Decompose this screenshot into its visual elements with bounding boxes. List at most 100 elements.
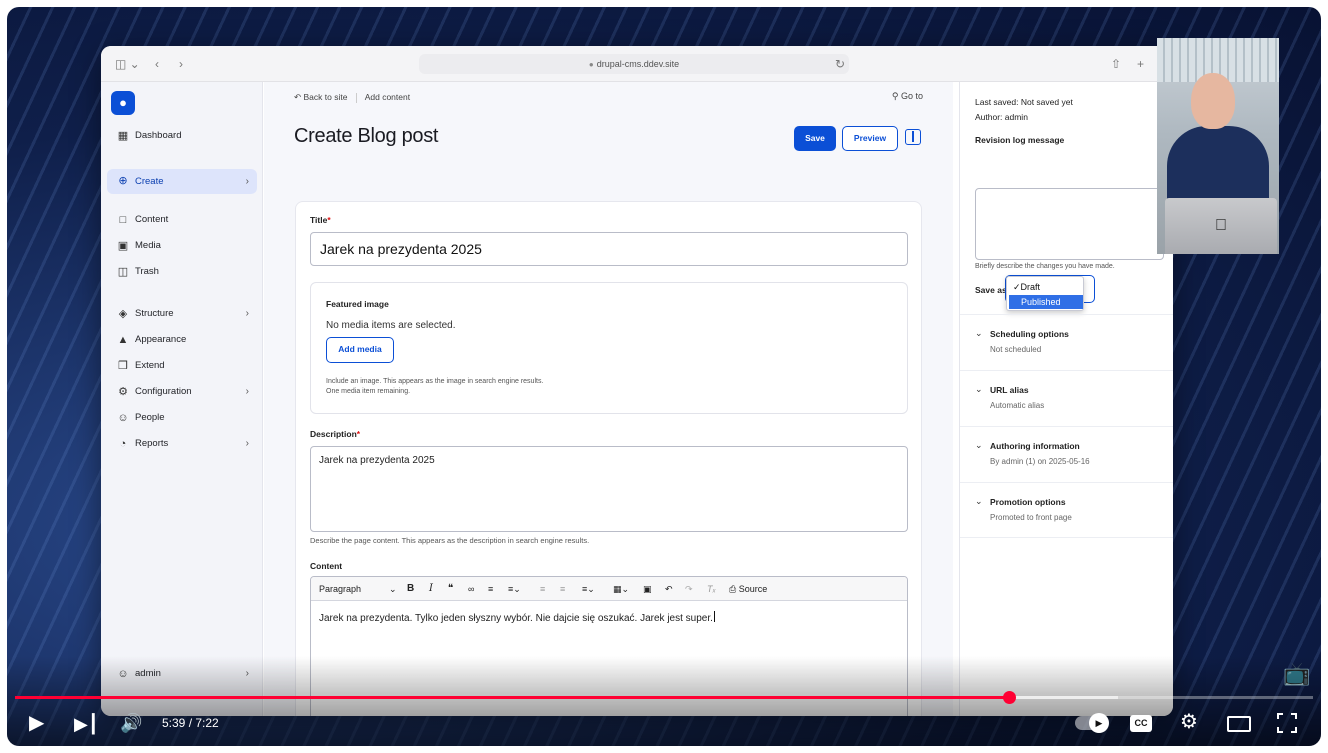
sidebar-item-extend[interactable]: ❒ Extend [107,355,257,377]
align-icon[interactable]: ≡⌄ [582,577,595,601]
source-button[interactable]: ⎙ Source [729,577,767,601]
play-icon: ▶ [1089,713,1109,733]
back-to-site-link[interactable]: Back to site [304,92,348,102]
link-icon[interactable]: ∞ [468,577,474,601]
sidebar-item-create[interactable]: ⊕ Create › [107,169,257,194]
breadcrumb: ↶ Back to site Add content [294,92,410,103]
media-help-line-1: Include an image. This appears as the im… [326,378,544,385]
settings-gear-icon[interactable]: ⚙ [1180,712,1198,732]
save-button[interactable]: Save [794,126,836,151]
breadcrumb-separator [355,92,357,103]
sidebar-item-configuration[interactable]: ⚙ Configuration › [107,381,257,403]
sidebar-item-label: Reports [135,438,169,449]
scheduling-options-section[interactable]: ⌄ Scheduling options Not scheduled [960,314,1173,370]
required-marker: * [327,215,331,225]
numbered-list-icon[interactable]: ≡⌄ [508,577,521,601]
autoplay-toggle[interactable]: ▶ [1075,713,1109,733]
sidebar-item-label: Structure [135,308,174,319]
progress-bar[interactable] [15,691,1313,704]
progress-played [15,696,1010,699]
revision-log-textarea[interactable] [975,188,1164,260]
redo-icon[interactable]: ↷ [685,577,693,601]
sidebar-item-label: Trash [135,266,159,277]
chart-icon: ◔ [119,438,127,450]
featured-image-widget: Featured image No media items are select… [310,282,908,414]
description-textarea[interactable]: Jarek na prezydenta 2025 [310,446,908,532]
table-icon[interactable]: ▦⌄ [613,577,629,601]
preview-button[interactable]: Preview [842,126,898,151]
new-tab-icon[interactable]: + [1137,57,1144,71]
sidebar-toggle-icon[interactable]: ◫ ⌄ [115,57,140,71]
description-label-text: Description [310,429,357,439]
media-insert-icon[interactable]: ▣ [643,577,652,601]
chevron-down-icon: ⌄ [975,440,983,450]
authoring-information-section[interactable]: ⌄ Authoring information By admin (1) on … [960,426,1173,482]
theater-mode-icon[interactable] [1227,716,1251,732]
sidebar-user-menu[interactable]: ☺ admin › [107,663,257,685]
text-caret [713,611,715,622]
reload-icon[interactable]: ↻ [835,57,845,71]
video-frame[interactable]: ◫ ⌄ ‹ › ◌ ●drupal-cms.ddev.site ↻ ⇧ + ● … [7,7,1321,746]
bold-icon[interactable]: B [407,577,414,601]
option-draft[interactable]: ✓Draft [1009,280,1083,294]
paragraph-format-select[interactable]: Paragraph [319,577,361,601]
webcam-overlay:  [1157,38,1279,254]
sidebar-item-people[interactable]: ☺ People [107,407,257,429]
sidebar-item-dashboard[interactable]: ▦ Dashboard [107,125,257,147]
fullscreen-icon[interactable] [1277,713,1297,733]
editor-toolbar: Paragraph ⌄ B I ❝ ∞ ≡ ≡⌄ ≡ ≡ ≡⌄ ▦⌄ ▣ ↶ ↷… [311,577,907,601]
sidebar-item-media[interactable]: ▣ Media [107,235,257,257]
description-label: Description* [310,429,360,439]
remove-format-icon[interactable]: Tₓ [707,577,716,601]
italic-icon[interactable]: I [429,577,433,601]
author-text: Author: admin [975,112,1028,122]
title-input[interactable]: Jarek na prezydenta 2025 [310,232,908,266]
section-summary: By admin (1) on 2025-05-16 [990,457,1090,466]
content-label: Content [310,561,343,571]
bullet-list-icon[interactable]: ≡ [488,577,493,601]
sidebar-item-trash[interactable]: ◫ Trash [107,261,257,283]
share-icon[interactable]: ⇧ [1111,57,1121,71]
paint-icon: ▲ [117,334,129,346]
go-to-button[interactable]: ⚲ Go to [892,91,923,102]
undo-icon[interactable]: ↶ [665,577,673,601]
puzzle-icon: ❒ [118,360,128,372]
source-label: Source [738,584,768,594]
editor-content[interactable]: Jarek na prezydenta. Tylko jeden słyszny… [319,611,715,624]
presenter-head [1191,73,1235,129]
url-alias-section[interactable]: ⌄ URL alias Automatic alias [960,370,1173,426]
breadcrumb-current: Add content [364,92,411,102]
sidebar-item-structure[interactable]: ◈ Structure › [107,303,257,325]
option-published[interactable]: Published [1009,295,1083,309]
add-media-button[interactable]: Add media [326,337,394,363]
drupal-logo-icon[interactable]: ● [111,91,135,115]
volume-icon[interactable]: 🔊 [120,713,142,733]
sidebar-item-label: Dashboard [135,130,182,141]
time-display: 5:39 / 7:22 [162,716,219,730]
sidebar-panel-toggle-icon[interactable] [905,129,921,145]
back-arrow-icon[interactable]: ‹ [155,57,159,71]
chevron-right-icon: › [245,668,249,679]
captions-button[interactable]: CC [1130,715,1152,732]
image-icon: ▣ [117,240,129,252]
promotion-options-section[interactable]: ⌄ Promotion options Promoted to front pa… [960,482,1173,538]
sidebar-item-appearance[interactable]: ▲ Appearance [107,329,257,351]
chevron-right-icon: › [245,308,249,319]
lock-icon: ● [588,60,594,69]
play-icon[interactable]: ▶ [29,713,44,733]
next-icon[interactable]: ▶┃ [74,714,99,734]
sidebar-item-label: Media [135,240,161,251]
address-bar[interactable]: ● drupal-cms.ddev.site [419,54,849,74]
channel-watermark-icon[interactable]: 📺 [1282,658,1312,690]
plus-circle-icon: ⊕ [118,175,128,187]
sidebar-item-label: People [135,412,165,423]
quote-icon[interactable]: ❝ [448,577,453,601]
browser-toolbar: ◫ ⌄ ‹ › ◌ ●drupal-cms.ddev.site ↻ ⇧ + [101,46,1173,82]
sidebar-item-reports[interactable]: ◔ Reports › [107,433,257,455]
sidebar-item-content[interactable]: □ Content [107,209,257,231]
indent-icon[interactable]: ≡ [560,577,565,601]
no-media-text: No media items are selected. [326,320,456,331]
section-title: Authoring information [990,441,1080,451]
forward-arrow-icon[interactable]: › [179,57,183,71]
outdent-icon[interactable]: ≡ [540,577,545,601]
